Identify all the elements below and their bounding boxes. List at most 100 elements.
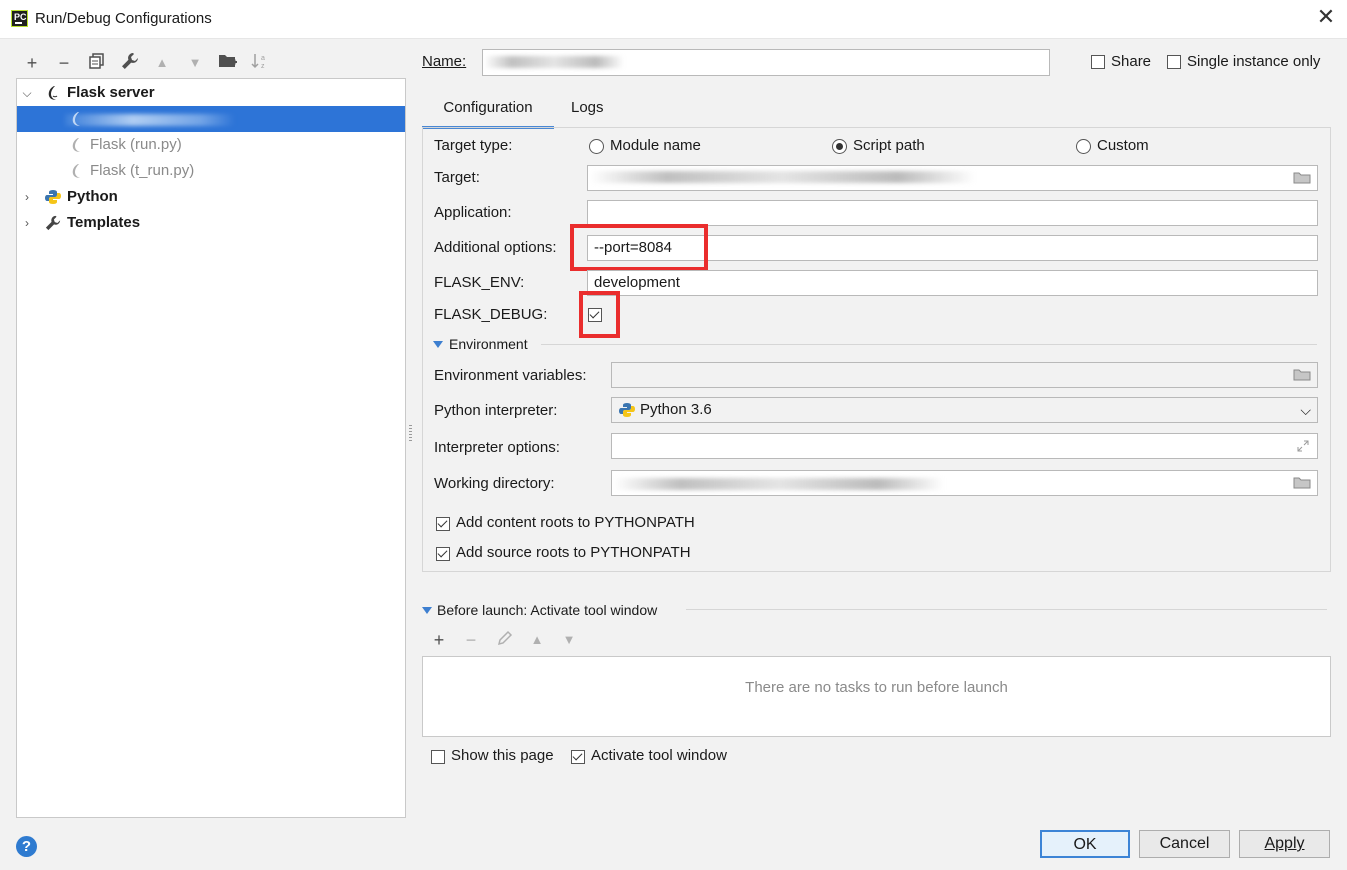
panel-splitter[interactable] — [409, 425, 412, 441]
activate-tool-window-label: Activate tool window — [591, 747, 727, 764]
flask-env-label: FLASK_ENV: — [434, 274, 525, 291]
folder-icon[interactable] — [1293, 171, 1311, 184]
single-instance-label: Single instance only — [1187, 53, 1321, 70]
add-source-roots-checkbox[interactable] — [436, 547, 450, 561]
target-label: Target: — [434, 169, 480, 186]
name-label: Name: — [422, 53, 467, 70]
edit-task-icon[interactable] — [494, 629, 516, 651]
show-this-page-label: Show this page — [451, 747, 554, 764]
tab-configuration[interactable]: Configuration — [422, 96, 554, 129]
ok-button[interactable]: OK — [1040, 830, 1130, 858]
env-vars-label: Environment variables: — [434, 367, 587, 384]
redacted-config-name — [65, 114, 235, 126]
add-icon[interactable]: + — [21, 52, 43, 74]
flask-env-input[interactable]: development — [587, 270, 1318, 296]
empty-tasks-message: There are no tasks to run before launch — [745, 679, 1008, 696]
chevron-right-icon[interactable]: › — [21, 184, 33, 204]
env-vars-input[interactable] — [611, 362, 1318, 388]
remove-icon[interactable]: − — [53, 52, 75, 74]
activate-tool-window-checkbox[interactable] — [571, 750, 585, 764]
tree-item-flask-t-run[interactable]: Flask (t_run.py) — [17, 158, 405, 184]
radio-custom[interactable] — [1076, 139, 1091, 154]
tree-node-python[interactable]: › Python — [17, 184, 405, 210]
new-folder-icon[interactable] — [217, 52, 239, 74]
wrench-icon[interactable] — [119, 52, 141, 74]
add-task-icon[interactable]: + — [428, 629, 450, 651]
folder-icon[interactable] — [1293, 476, 1311, 489]
move-task-up-icon[interactable]: ▲ — [526, 629, 548, 651]
flask-icon — [72, 164, 80, 178]
add-content-roots-checkbox[interactable] — [436, 517, 450, 531]
radio-script-path[interactable] — [832, 139, 847, 154]
chevron-right-icon[interactable]: › — [21, 210, 33, 230]
environment-section-title[interactable]: Environment — [449, 336, 528, 352]
chevron-down-icon[interactable]: ⌵ — [1300, 398, 1311, 422]
chevron-down-icon[interactable]: ⌵ — [21, 80, 33, 100]
tree-node-flask-server[interactable]: ⌵ Flask server — [17, 80, 405, 106]
move-up-icon[interactable]: ▲ — [151, 52, 173, 74]
add-content-roots-label: Add content roots to PYTHONPATH — [456, 514, 695, 531]
highlight-box-additional-options — [570, 224, 708, 271]
share-checkbox[interactable] — [1091, 55, 1105, 69]
close-icon[interactable]: ✕ — [1315, 6, 1337, 28]
tree-item-label: Flask (t_run.py) — [90, 162, 195, 179]
remove-task-icon[interactable]: − — [460, 629, 482, 651]
application-label: Application: — [434, 204, 512, 221]
collapse-triangle-icon[interactable] — [422, 607, 432, 614]
help-icon[interactable]: ? — [16, 836, 37, 857]
tree-label-templates: Templates — [67, 214, 141, 231]
expand-icon[interactable] — [1297, 440, 1309, 452]
additional-options-label: Additional options: — [434, 239, 557, 256]
section-divider — [541, 344, 1317, 345]
radio-script-path-label: Script path — [853, 137, 925, 154]
configuration-panel — [422, 127, 1331, 572]
share-label: Share — [1111, 53, 1152, 70]
tree-item-selected-config[interactable] — [17, 106, 405, 132]
flask-debug-label: FLASK_DEBUG: — [434, 306, 548, 323]
add-source-roots-label: Add source roots to PYTHONPATH — [456, 544, 691, 561]
folder-icon[interactable] — [1293, 368, 1311, 381]
python-interpreter-value: Python 3.6 — [640, 401, 712, 418]
python-interpreter-select[interactable]: Python 3.6 ⌵ — [611, 397, 1318, 423]
redacted-target — [590, 171, 975, 183]
highlight-box-flask-debug — [579, 291, 620, 338]
sort-icon[interactable]: az — [249, 52, 271, 74]
before-launch-title[interactable]: Before launch: Activate tool window — [437, 602, 657, 618]
application-input[interactable] — [587, 200, 1318, 226]
python-icon — [619, 403, 635, 417]
tree-item-label: Flask (run.py) — [90, 136, 182, 153]
tree-label-flask-server: Flask server — [67, 84, 155, 101]
tree-item-flask-run[interactable]: Flask (run.py) — [17, 132, 405, 158]
configuration-tree[interactable]: ⌵ Flask server Flask (run.py) Flask (t_r… — [16, 78, 406, 818]
show-this-page-checkbox[interactable] — [431, 750, 445, 764]
before-launch-task-list[interactable]: There are no tasks to run before launch — [422, 656, 1331, 737]
window-title: Run/Debug Configurations — [35, 10, 212, 27]
svg-text:a: a — [261, 55, 265, 62]
collapse-triangle-icon[interactable] — [433, 341, 443, 348]
flask-icon — [48, 86, 58, 100]
target-type-label: Target type: — [434, 137, 513, 154]
apply-button[interactable]: Apply — [1239, 830, 1330, 858]
interpreter-options-input[interactable] — [611, 433, 1318, 459]
radio-module-name[interactable] — [589, 139, 604, 154]
title-bar: PC Run/Debug Configurations ✕ — [0, 0, 1347, 39]
cancel-button[interactable]: Cancel — [1139, 830, 1230, 858]
python-interpreter-label: Python interpreter: — [434, 402, 558, 419]
copy-icon[interactable] — [86, 52, 108, 74]
redacted-name — [484, 56, 624, 68]
radio-module-name-label: Module name — [610, 137, 701, 154]
working-directory-label: Working directory: — [434, 475, 555, 492]
flask-icon — [72, 138, 80, 152]
pycharm-app-icon: PC — [11, 10, 28, 27]
tree-label-python: Python — [67, 188, 118, 205]
single-instance-checkbox[interactable] — [1167, 55, 1181, 69]
radio-custom-label: Custom — [1097, 137, 1149, 154]
move-task-down-icon[interactable]: ▼ — [558, 629, 580, 651]
section-divider — [686, 609, 1327, 610]
redacted-working-directory — [614, 478, 944, 490]
tab-logs[interactable]: Logs — [571, 96, 604, 126]
python-icon — [45, 190, 61, 204]
move-down-icon[interactable]: ▼ — [184, 52, 206, 74]
tree-node-templates[interactable]: › Templates — [17, 210, 405, 236]
interpreter-options-label: Interpreter options: — [434, 439, 560, 456]
